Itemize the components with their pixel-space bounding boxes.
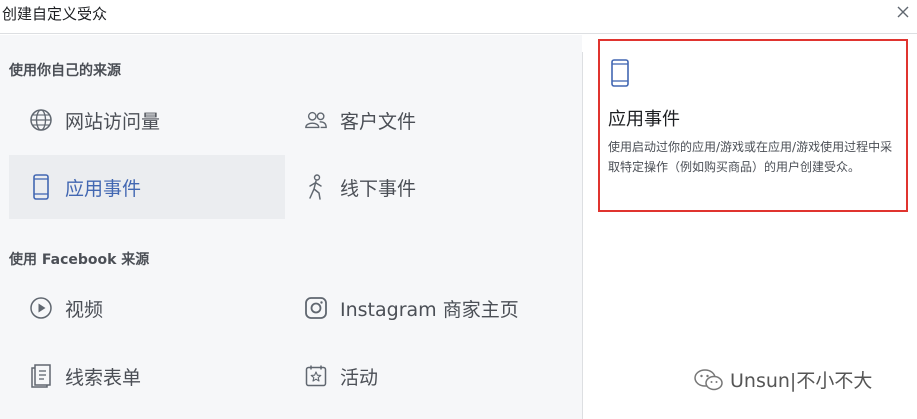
detail-description: 使用启动过你的应用/游戏或在应用/游戏使用过程中采取特定操作（例如购买商品）的用… (608, 140, 893, 174)
panel-divider (582, 52, 583, 419)
walking-person-icon (304, 174, 328, 200)
option-label: 活动 (340, 366, 379, 389)
app-events-detail-panel: 应用事件 使用启动过你的应用/游戏或在应用/游戏使用过程中采取特定操作（例如购买… (598, 39, 908, 212)
option-label: 线下事件 (340, 177, 417, 200)
mobile-phone-icon (611, 59, 629, 87)
wechat-icon (694, 368, 723, 390)
option-label: 线索表单 (65, 366, 142, 389)
option-label: 客户文件 (340, 110, 417, 133)
option-label: 视频 (65, 298, 104, 321)
own-sources-heading: 使用你自己的来源 (9, 63, 121, 79)
option-label: Instagram 商家主页 (340, 298, 519, 321)
play-circle-icon (29, 296, 53, 320)
option-offline-events[interactable]: 线下事件 (285, 155, 575, 219)
event-star-icon (304, 364, 328, 388)
instagram-icon (304, 296, 328, 320)
option-customer-file[interactable]: 客户文件 (285, 88, 575, 152)
option-event[interactable]: 活动 (285, 344, 575, 408)
lead-form-icon (29, 364, 53, 388)
detail-title: 应用事件 (608, 109, 680, 130)
close-icon[interactable] (895, 4, 911, 20)
dialog-header: 创建自定义受众 (0, 0, 917, 34)
option-label: 网站访问量 (65, 110, 161, 133)
option-lead-form[interactable]: 线索表单 (9, 344, 285, 408)
watermark-text: Unsun|不小不大 (730, 370, 873, 392)
mobile-phone-icon (29, 174, 53, 200)
option-app-events[interactable]: 应用事件 (9, 155, 285, 219)
dialog-title: 创建自定义受众 (2, 5, 108, 23)
watermark: Unsun|不小不大 (694, 366, 872, 393)
option-website-traffic[interactable]: 网站访问量 (9, 88, 285, 152)
globe-icon (29, 108, 53, 132)
option-instagram-business[interactable]: Instagram 商家主页 (285, 276, 575, 340)
option-label: 应用事件 (65, 177, 142, 200)
people-icon (304, 108, 328, 132)
option-video[interactable]: 视频 (9, 276, 285, 340)
facebook-sources-heading: 使用 Facebook 来源 (9, 252, 150, 268)
